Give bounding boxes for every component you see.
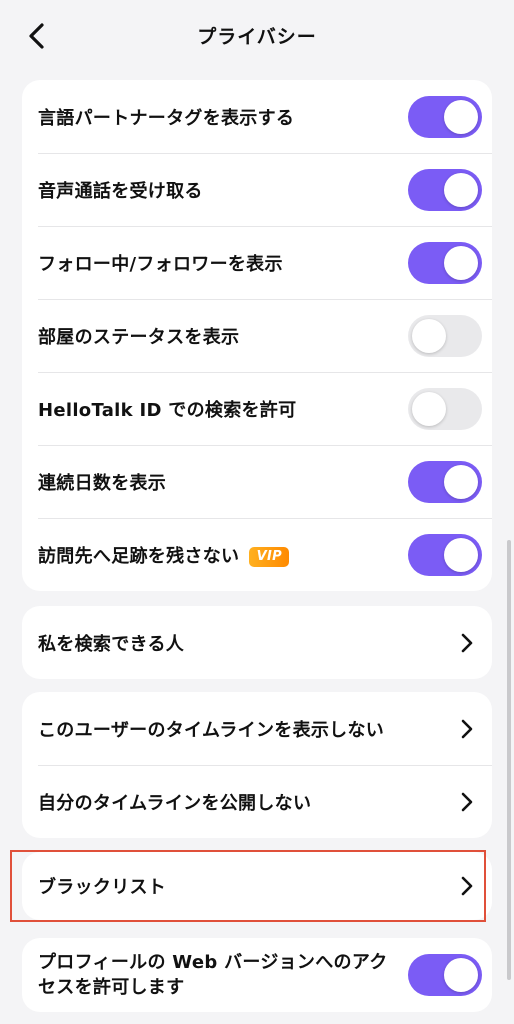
toggle-knob (412, 391, 446, 426)
web-version-toggle[interactable] (408, 954, 482, 996)
toggle-row-room-status: 部屋のステータスを表示 (22, 299, 492, 372)
search-card: 私を検索できる人 (22, 606, 492, 679)
blacklist-label: ブラックリスト (38, 877, 167, 898)
toggle-knob (444, 464, 478, 499)
web-version-row: プロフィールの Web バージョンへのアクセスを許可します (22, 938, 492, 1012)
who-can-find-me-label: 私を検索できる人 (38, 633, 185, 655)
toggle-row-follow-display: フォロー中/フォロワーを表示 (22, 226, 492, 299)
toggle-knob (444, 537, 478, 572)
chevron-right-icon (461, 876, 473, 896)
toggle-label: フォロー中/フォロワーを表示 (38, 253, 283, 275)
id-search-toggle[interactable] (408, 387, 482, 430)
toggle-row-voice-calls: 音声通話を受け取る (22, 153, 492, 226)
hide-user-timeline-row[interactable]: このユーザーのタイムラインを表示しない (22, 692, 492, 765)
toggle-row-streak-days: 連続日数を表示 (22, 445, 492, 518)
hide-user-timeline-label: このユーザーのタイムラインを表示しない (38, 719, 385, 741)
toggle-knob (444, 99, 478, 134)
toggle-label: HelloTalk ID での検索を許可 (38, 399, 297, 421)
toggle-row-language-partner-tag: 言語パートナータグを表示する (22, 80, 492, 153)
toggle-label: 言語パートナータグを表示する (38, 107, 295, 129)
toggle-row-id-search: HelloTalk ID での検索を許可 (22, 372, 492, 445)
timeline-card: このユーザーのタイムラインを表示しない 自分のタイムラインを公開しない (22, 692, 492, 838)
vip-badge: VIP (249, 546, 290, 567)
streak-days-toggle[interactable] (408, 460, 482, 503)
toggle-label: 連続日数を表示 (38, 472, 167, 494)
no-footprints-label: 訪問先へ足跡を残さない (38, 545, 240, 567)
blacklist-card: ブラックリスト (22, 852, 492, 920)
page-title: プライバシー (197, 26, 317, 48)
toggle-label: 訪問先へ足跡を残さない VIP (38, 542, 408, 568)
room-status-toggle[interactable] (408, 314, 482, 357)
toggle-knob (412, 318, 446, 353)
toggle-label: 部屋のステータスを表示 (38, 326, 240, 348)
chevron-right-icon (461, 792, 473, 811)
toggle-knob (444, 172, 478, 207)
blacklist-row[interactable]: ブラックリスト (22, 852, 492, 920)
who-can-find-me-row[interactable]: 私を検索できる人 (22, 606, 492, 679)
language-partner-tag-toggle[interactable] (408, 95, 482, 138)
navigation-bar: プライバシー (0, 0, 514, 72)
chevron-right-icon (461, 719, 473, 738)
voice-calls-toggle[interactable] (408, 168, 482, 211)
web-version-card: プロフィールの Web バージョンへのアクセスを許可します (22, 938, 492, 1012)
hide-my-timeline-label: 自分のタイムラインを公開しない (38, 792, 312, 814)
toggle-knob (444, 958, 478, 992)
chevron-right-icon (461, 633, 473, 652)
scrollbar[interactable] (507, 540, 511, 980)
hide-my-timeline-row[interactable]: 自分のタイムラインを公開しない (22, 765, 492, 838)
privacy-toggles-card: 言語パートナータグを表示する 音声通話を受け取る フォロー中/フォロワーを表示 … (22, 80, 492, 591)
toggle-knob (444, 245, 478, 280)
no-footprints-toggle[interactable] (408, 533, 482, 576)
follow-display-toggle[interactable] (408, 241, 482, 284)
toggle-label: 音声通話を受け取る (38, 180, 203, 202)
toggle-row-no-footprints: 訪問先へ足跡を残さない VIP (22, 518, 492, 591)
web-version-label: プロフィールの Web バージョンへのアクセスを許可します (38, 952, 388, 998)
